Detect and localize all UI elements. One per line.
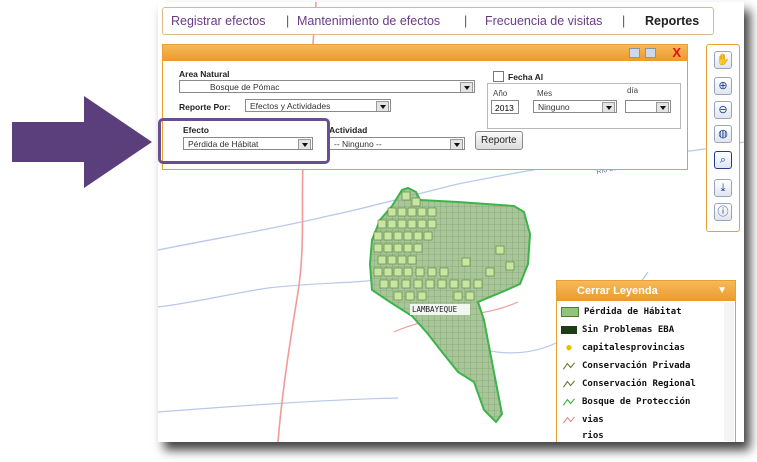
legend-item-habitat-loss: Pérdida de Hábitat [561,305,682,319]
nav-frecuencia-visitas[interactable]: Frecuencia de visitas [485,8,602,34]
chevron-down-icon [602,102,615,112]
legend-item-vias: vias [561,413,604,427]
chevron-down-icon [656,102,669,112]
actividad-label: Actividad [329,125,368,135]
legend-swatch-dot: ● [566,342,572,353]
area-natural-select[interactable]: Bosque de Pómac [179,80,475,93]
legend-item-rios: rios [561,429,604,442]
legend-swatch-line [562,397,575,406]
dia-label: día [627,86,639,95]
chevron-down-icon [460,82,473,92]
mes-value: Ninguno [538,102,570,112]
nav-mantenimiento-efectos[interactable]: Mantenimiento de efectos [297,8,440,34]
nav-separator: | [622,14,626,28]
legend-swatch-line [562,361,575,370]
mes-select[interactable]: Ninguno [533,100,617,113]
actividad-value: -- Ninguno -- [334,139,382,149]
reporte-por-value: Efectos y Actividades [250,101,331,111]
legend-swatch-empty [561,432,577,440]
maximize-icon[interactable] [645,48,656,58]
map-toolbar: ✋ ⊕ ⊖ ◍ ⌕ ⤓ ⓘ [706,44,740,232]
legend-item-label: Conservación Privada [582,361,691,371]
chevron-down-icon [376,101,389,111]
legend-item-bosque-proteccion: Bosque de Protección [561,395,690,409]
legend-scrollbar[interactable] [724,303,734,441]
screenshot-frame: Río de la Leche LAMBAYEQUE Registrar efe… [158,2,744,442]
place-label: LAMBAYEQUE [412,305,458,314]
legend-item-label: Conservación Regional [582,379,696,389]
nav-separator: | [286,14,290,28]
minimize-icon[interactable] [629,48,640,58]
reporte-button[interactable]: Reporte [475,131,523,150]
dia-select[interactable] [625,100,671,113]
legend-item-sin-problemas: Sin Problemas EBA [561,323,674,337]
legend-item-label: Bosque de Protección [582,397,691,407]
legend-item-conservacion-privada: Conservación Privada [561,359,690,373]
legend-item-label: vias [582,415,604,425]
legend-item-conservacion-regional: Conservación Regional [561,377,696,391]
legend-swatch-line [562,415,575,424]
zoom-extent-icon[interactable]: ⌕ [714,151,732,169]
legend-item-label: Sin Problemas EBA [582,325,675,335]
nav-reportes[interactable]: Reportes [645,8,699,34]
legend-titlebar[interactable]: Cerrar Leyenda ▼ [557,281,735,301]
nav-separator: | [464,14,468,28]
legend-title: Cerrar Leyenda [577,285,658,297]
info-icon[interactable]: ⓘ [714,203,732,221]
reporte-por-label: Reporte Por: [179,102,231,112]
panel-titlebar: X [163,45,687,61]
legend-item-capitales: ● capitalesprovincias [561,341,685,355]
reporte-por-select[interactable]: Efectos y Actividades [245,99,391,112]
legend-collapse-icon[interactable]: ▼ [717,281,727,301]
area-natural-label: Area Natural [179,69,230,79]
fecha-checkbox[interactable] [493,71,504,82]
nav-registrar-efectos[interactable]: Registrar efectos [171,8,265,34]
area-natural-value: Bosque de Pómac [210,82,280,92]
legend-swatch-fill [561,306,579,317]
zoom-in-icon[interactable]: ⊕ [714,77,732,95]
top-nav: Registrar efectos | Mantenimiento de efe… [162,7,714,35]
close-icon[interactable]: X [672,45,681,60]
legend-item-label: rios [582,431,604,441]
globe-icon[interactable]: ◍ [714,125,732,143]
chevron-down-icon [450,139,463,149]
fecha-label: Fecha Al [508,72,544,82]
legend-item-label: Pérdida de Hábitat [584,307,682,317]
anio-label: Año [493,89,508,98]
anio-input[interactable]: 2013 [491,100,519,114]
pan-hand-icon[interactable]: ✋ [714,51,732,69]
map-legend: Cerrar Leyenda ▼ Pérdida de Hábitat Sin … [556,280,736,442]
efecto-highlight-box [158,118,330,164]
legend-swatch-line [562,379,575,388]
mes-label: Mes [537,89,553,98]
legend-item-label: capitalesprovincias [582,343,685,353]
actividad-select[interactable]: -- Ninguno -- [329,137,465,150]
legend-swatch-fill [561,325,577,334]
pointer-arrow-icon [12,96,152,188]
download-icon[interactable]: ⤓ [714,179,732,197]
zoom-out-icon[interactable]: ⊖ [714,101,732,119]
